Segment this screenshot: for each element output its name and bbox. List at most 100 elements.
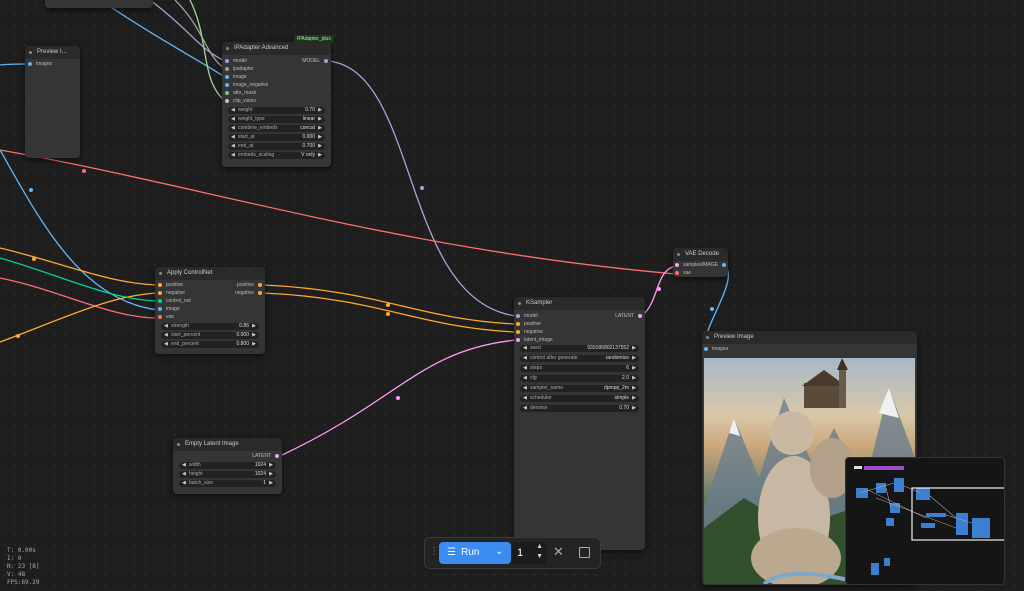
- collapse-dot-icon[interactable]: [226, 47, 229, 50]
- pin-icon[interactable]: [158, 291, 162, 295]
- widget-sampler-name[interactable]: ◀ sampler_name dpmpp_2m ▶: [520, 385, 639, 392]
- increment-arrow-icon[interactable]: ▶: [318, 125, 322, 132]
- input-ipadapter[interactable]: ipadapter: [225, 65, 254, 73]
- pin-icon[interactable]: [225, 83, 229, 87]
- node-empty-latent-image[interactable]: Empty Latent Image LATENT ◀ width 1024 ▶ ◀ h…: [173, 438, 282, 494]
- collapse-dot-icon[interactable]: [177, 443, 180, 446]
- decrement-arrow-icon[interactable]: ◀: [523, 385, 527, 392]
- decrement-arrow-icon[interactable]: ◀: [523, 345, 527, 352]
- drag-handle-icon[interactable]: ⋮: [429, 546, 439, 558]
- input-vae[interactable]: vae: [675, 269, 691, 277]
- increment-arrow-icon[interactable]: ▶: [318, 143, 322, 150]
- input-model[interactable]: model: [516, 312, 538, 320]
- pin-icon[interactable]: [324, 59, 328, 63]
- widget-seed[interactable]: ◀ seed 939186802137552 ▶: [520, 345, 639, 352]
- decrement-arrow-icon[interactable]: ◀: [523, 375, 527, 382]
- pin-icon[interactable]: [675, 263, 679, 267]
- chevron-down-icon[interactable]: ⌄: [495, 541, 503, 563]
- decrement-arrow-icon[interactable]: ◀: [523, 355, 527, 362]
- pin-icon[interactable]: [158, 307, 162, 311]
- widget-width[interactable]: ◀ width 1024 ▶: [179, 462, 276, 469]
- collapse-dot-icon[interactable]: [677, 253, 680, 256]
- increment-arrow-icon[interactable]: ▶: [252, 332, 256, 339]
- output-positive[interactable]: positive: [237, 281, 262, 289]
- decrement-arrow-icon[interactable]: ◀: [231, 125, 235, 132]
- widget-embeds-scaling[interactable]: ◀ embeds_scaling V only ▶: [228, 152, 325, 159]
- decrement-arrow-icon[interactable]: ◀: [231, 143, 235, 150]
- pin-icon[interactable]: [516, 330, 520, 334]
- node-vae-decode[interactable]: VAE Decode samples vae IMAGE: [673, 248, 728, 277]
- widget-height[interactable]: ◀ height 1024 ▶: [179, 471, 276, 478]
- decrement-arrow-icon[interactable]: ◀: [523, 405, 527, 412]
- input-attn-mask[interactable]: attn_mask: [225, 89, 256, 97]
- input-image[interactable]: image: [158, 305, 180, 313]
- close-icon[interactable]: ✕: [553, 544, 564, 560]
- node-title[interactable]: Preview Image: [702, 331, 917, 344]
- widget-denoise[interactable]: ◀ denoise 0.70 ▶: [520, 405, 639, 412]
- increment-arrow-icon[interactable]: ▶: [318, 134, 322, 141]
- input-model[interactable]: model: [225, 57, 247, 65]
- widget-weight[interactable]: ◀ weight 0.70 ▶: [228, 107, 325, 114]
- increment-arrow-icon[interactable]: ▶: [252, 323, 256, 330]
- decrement-arrow-icon[interactable]: ◀: [523, 395, 527, 402]
- output-model[interactable]: MODEL: [302, 57, 328, 65]
- pin-icon[interactable]: [225, 91, 229, 95]
- output-image[interactable]: IMAGE: [702, 261, 726, 269]
- node-ksampler[interactable]: KSampler model positive negative latent_…: [514, 297, 645, 550]
- increment-arrow-icon[interactable]: ▶: [632, 355, 636, 362]
- decrement-arrow-icon[interactable]: ◀: [182, 462, 186, 469]
- collapse-dot-icon[interactable]: [706, 336, 709, 339]
- decrement-arrow-icon[interactable]: ◀: [164, 332, 168, 339]
- pin-icon[interactable]: [704, 347, 708, 351]
- input-images[interactable]: images: [704, 345, 728, 353]
- widget-cfg[interactable]: ◀ cfg 2.0 ▶: [520, 375, 639, 382]
- pin-icon[interactable]: [225, 67, 229, 71]
- pin-icon[interactable]: [516, 322, 520, 326]
- pin-icon[interactable]: [158, 299, 162, 303]
- pin-icon[interactable]: [275, 454, 279, 458]
- pin-icon[interactable]: [225, 99, 229, 103]
- collapse-dot-icon[interactable]: [518, 302, 521, 305]
- input-negative[interactable]: negative: [158, 289, 185, 297]
- node-title[interactable]: Preview I...: [25, 46, 80, 59]
- input-image-negative[interactable]: image_negative: [225, 81, 268, 89]
- widget-control-after-generate[interactable]: ◀ control after generate randomize ▶: [520, 355, 639, 362]
- decrement-icon[interactable]: ▼: [536, 553, 543, 560]
- increment-arrow-icon[interactable]: ▶: [632, 345, 636, 352]
- decrement-arrow-icon[interactable]: ◀: [231, 134, 235, 141]
- pin-icon[interactable]: [28, 62, 32, 66]
- decrement-arrow-icon[interactable]: ◀: [231, 152, 235, 159]
- node-ipadapter-advanced[interactable]: IPAdapter Advanced model ipadapter image…: [222, 42, 331, 167]
- widget-steps[interactable]: ◀ steps 6 ▶: [520, 365, 639, 372]
- increment-arrow-icon[interactable]: ▶: [632, 375, 636, 382]
- widget-strength[interactable]: ◀ strength 0.86 ▶: [161, 323, 259, 330]
- decrement-arrow-icon[interactable]: ◀: [523, 365, 527, 372]
- increment-icon[interactable]: ▲: [536, 543, 543, 550]
- queue-count-input[interactable]: 1 ▲ ▼: [512, 542, 546, 564]
- input-positive[interactable]: positive: [158, 281, 183, 289]
- input-images[interactable]: images: [28, 60, 52, 68]
- decrement-arrow-icon[interactable]: ◀: [164, 323, 168, 330]
- pin-icon[interactable]: [516, 314, 520, 318]
- increment-arrow-icon[interactable]: ▶: [632, 365, 636, 372]
- input-image[interactable]: image: [225, 73, 247, 81]
- pin-icon[interactable]: [158, 315, 162, 319]
- stop-icon[interactable]: [579, 547, 590, 558]
- decrement-arrow-icon[interactable]: ◀: [182, 480, 186, 487]
- node-apply-controlnet[interactable]: Apply ControlNet positive negative contr…: [155, 267, 265, 354]
- input-samples[interactable]: samples: [675, 261, 702, 269]
- increment-arrow-icon[interactable]: ▶: [269, 462, 273, 469]
- node-title[interactable]: VAE Decode: [673, 248, 728, 261]
- pin-icon[interactable]: [638, 314, 642, 318]
- input-positive[interactable]: positive: [516, 320, 541, 328]
- increment-arrow-icon[interactable]: ▶: [632, 405, 636, 412]
- run-button[interactable]: ☰ Run ⌄: [439, 542, 511, 564]
- increment-arrow-icon[interactable]: ▶: [318, 116, 322, 123]
- widget-end-percent[interactable]: ◀ end_percent 0.800 ▶: [161, 341, 259, 348]
- pin-icon[interactable]: [158, 283, 162, 287]
- decrement-arrow-icon[interactable]: ◀: [231, 107, 235, 114]
- input-clip-vision[interactable]: clip_vision: [225, 97, 256, 105]
- node-title[interactable]: KSampler: [514, 297, 645, 310]
- increment-arrow-icon[interactable]: ▶: [318, 152, 322, 159]
- node-title[interactable]: Apply ControlNet: [155, 267, 265, 280]
